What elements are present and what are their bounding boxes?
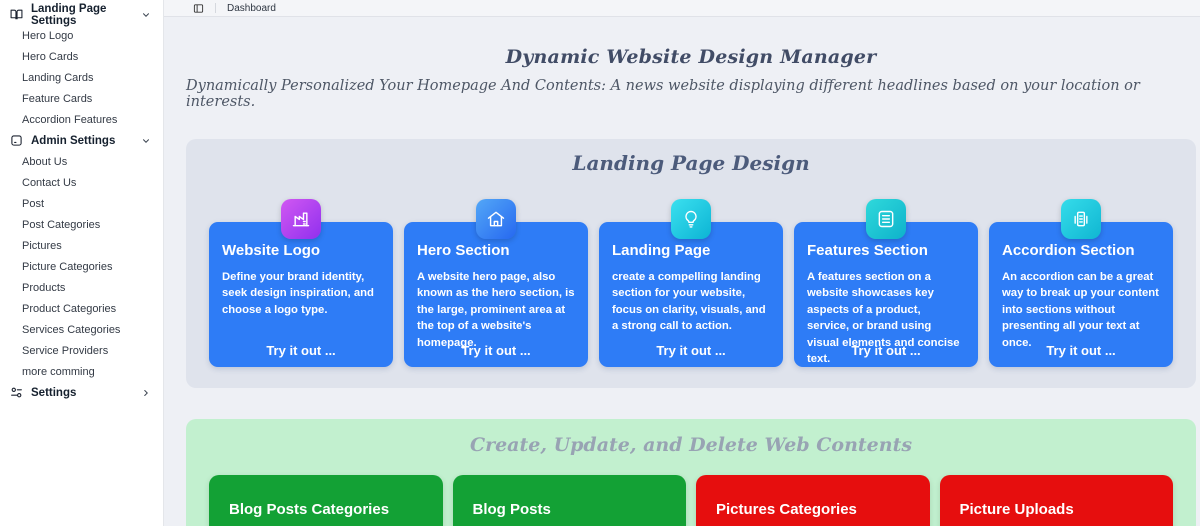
card-landing-page[interactable]: Landing Page create a compelling landing…	[599, 199, 783, 367]
card-pictures-categories[interactable]: Pictures Categories A picture album cate…	[696, 475, 930, 526]
content-cards-row: Blog Posts Categories Blog post categori…	[209, 475, 1173, 526]
page-subtitle: Dynamically Personalized Your Homepage A…	[186, 78, 1140, 110]
card-title: Picture Uploads	[959, 501, 1074, 518]
sidebar-item-about-us[interactable]: About Us	[0, 151, 163, 172]
chevron-down-icon	[141, 136, 151, 146]
chevron-right-icon	[141, 388, 151, 398]
breadcrumb-dashboard[interactable]: Dashboard	[227, 3, 276, 14]
card-hero-section[interactable]: Hero Section A website hero page, also k…	[404, 199, 588, 367]
sidebar-item-picture-categories[interactable]: Picture Categories	[0, 256, 163, 277]
card-title: Blog Posts	[472, 501, 551, 518]
card-title: Accordion Section	[1002, 242, 1135, 259]
try-it-out-link[interactable]: Try it out ...	[794, 343, 978, 358]
content-section-title: Create, Update, and Delete Web Contents	[469, 434, 913, 456]
card-title: Website Logo	[222, 242, 321, 259]
card-body: Define your brand identity, seek design …	[222, 271, 374, 316]
card-title: Pictures Categories	[716, 501, 857, 518]
card-blog-posts-categories[interactable]: Blog Posts Categories Blog post categori…	[209, 475, 443, 526]
card-title: Hero Section	[417, 242, 510, 259]
sidebar-item-contact-us[interactable]: Contact Us	[0, 172, 163, 193]
sidebar-item-post[interactable]: Post	[0, 193, 163, 214]
sidebar-item-products[interactable]: Products	[0, 277, 163, 298]
card-title: Features Section	[807, 242, 928, 259]
factory-icon	[281, 199, 321, 239]
card-features-section[interactable]: Features Section A features section on a…	[794, 199, 978, 367]
sidebar-section-label: Landing Page Settings	[31, 2, 107, 27]
sidebar-item-post-categories[interactable]: Post Categories	[0, 214, 163, 235]
lightbulb-icon	[671, 199, 711, 239]
sidebar-section-landing-page-settings[interactable]: Landing Page Settings	[0, 2, 163, 27]
card-website-logo[interactable]: Website Logo Define your brand identity,…	[209, 199, 393, 367]
card-body: An accordion can be a great way to break…	[1002, 271, 1159, 349]
card-body: A website hero page, also known as the h…	[417, 271, 575, 349]
sidebar-section-admin-settings[interactable]: Admin Settings	[0, 130, 163, 151]
sidebar-section-label: Admin Settings	[31, 134, 116, 147]
sidebar-section-label: Settings	[31, 386, 77, 399]
landing-page-design-section: Landing Page Design Website Logo Define …	[186, 139, 1196, 388]
sidebar-toggle-icon[interactable]	[193, 3, 204, 14]
card-title: Blog Posts Categories	[229, 501, 390, 518]
topbar-divider	[215, 3, 216, 13]
chevron-down-icon	[141, 10, 151, 20]
sliders-icon	[10, 386, 23, 399]
sidebar-item-service-providers[interactable]: Service Providers	[0, 340, 163, 361]
card-blog-posts[interactable]: Blog Posts A blog post is a discrete pie…	[452, 475, 686, 526]
sidebar-item-more-comming[interactable]: more comming	[0, 361, 163, 382]
card-title: Landing Page	[612, 242, 711, 259]
sidebar-item-product-categories[interactable]: Product Categories	[0, 298, 163, 319]
sidebar-item-hero-logo[interactable]: Hero Logo	[0, 25, 163, 46]
sidebar-item-pictures[interactable]: Pictures	[0, 235, 163, 256]
page-title: Dynamic Website Design Manager	[505, 46, 877, 68]
home-icon	[476, 199, 516, 239]
try-it-out-link[interactable]: Try it out ...	[989, 343, 1173, 358]
sidebar-item-landing-cards[interactable]: Landing Cards	[0, 67, 163, 88]
card-picture-uploads[interactable]: Picture Uploads For Selected Picture Cat…	[939, 475, 1173, 526]
page-content: Dynamic Website Design Manager Dynamical…	[164, 17, 1200, 526]
try-it-out-link[interactable]: Try it out ...	[209, 343, 393, 358]
try-it-out-link[interactable]: Try it out ...	[599, 343, 783, 358]
card-accordion-section[interactable]: Accordion Section An accordion can be a …	[989, 199, 1173, 367]
topbar: Dashboard	[164, 0, 1200, 17]
sidebar-item-services-categories[interactable]: Services Categories	[0, 319, 163, 340]
sidebar-item-hero-cards[interactable]: Hero Cards	[0, 46, 163, 67]
landing-section-title: Landing Page Design	[572, 151, 810, 175]
sidebar-section-settings[interactable]: Settings	[0, 382, 163, 403]
document-list-icon	[866, 199, 906, 239]
landing-cards-row: Website Logo Define your brand identity,…	[209, 199, 1173, 367]
try-it-out-link[interactable]: Try it out ...	[404, 343, 588, 358]
card-body: create a compelling landing section for …	[612, 271, 766, 333]
admin-panel-icon	[10, 134, 23, 147]
sidebar-item-feature-cards[interactable]: Feature Cards	[0, 88, 163, 109]
book-open-icon	[10, 8, 23, 21]
accordion-icon	[1061, 199, 1101, 239]
main-area: Dashboard Dynamic Website Design Manager…	[164, 0, 1200, 526]
sidebar: Landing Page Settings Hero Logo Hero Car…	[0, 0, 164, 526]
sidebar-item-accordion-features[interactable]: Accordion Features	[0, 109, 163, 130]
web-contents-section: Create, Update, and Delete Web Contents …	[186, 419, 1196, 526]
